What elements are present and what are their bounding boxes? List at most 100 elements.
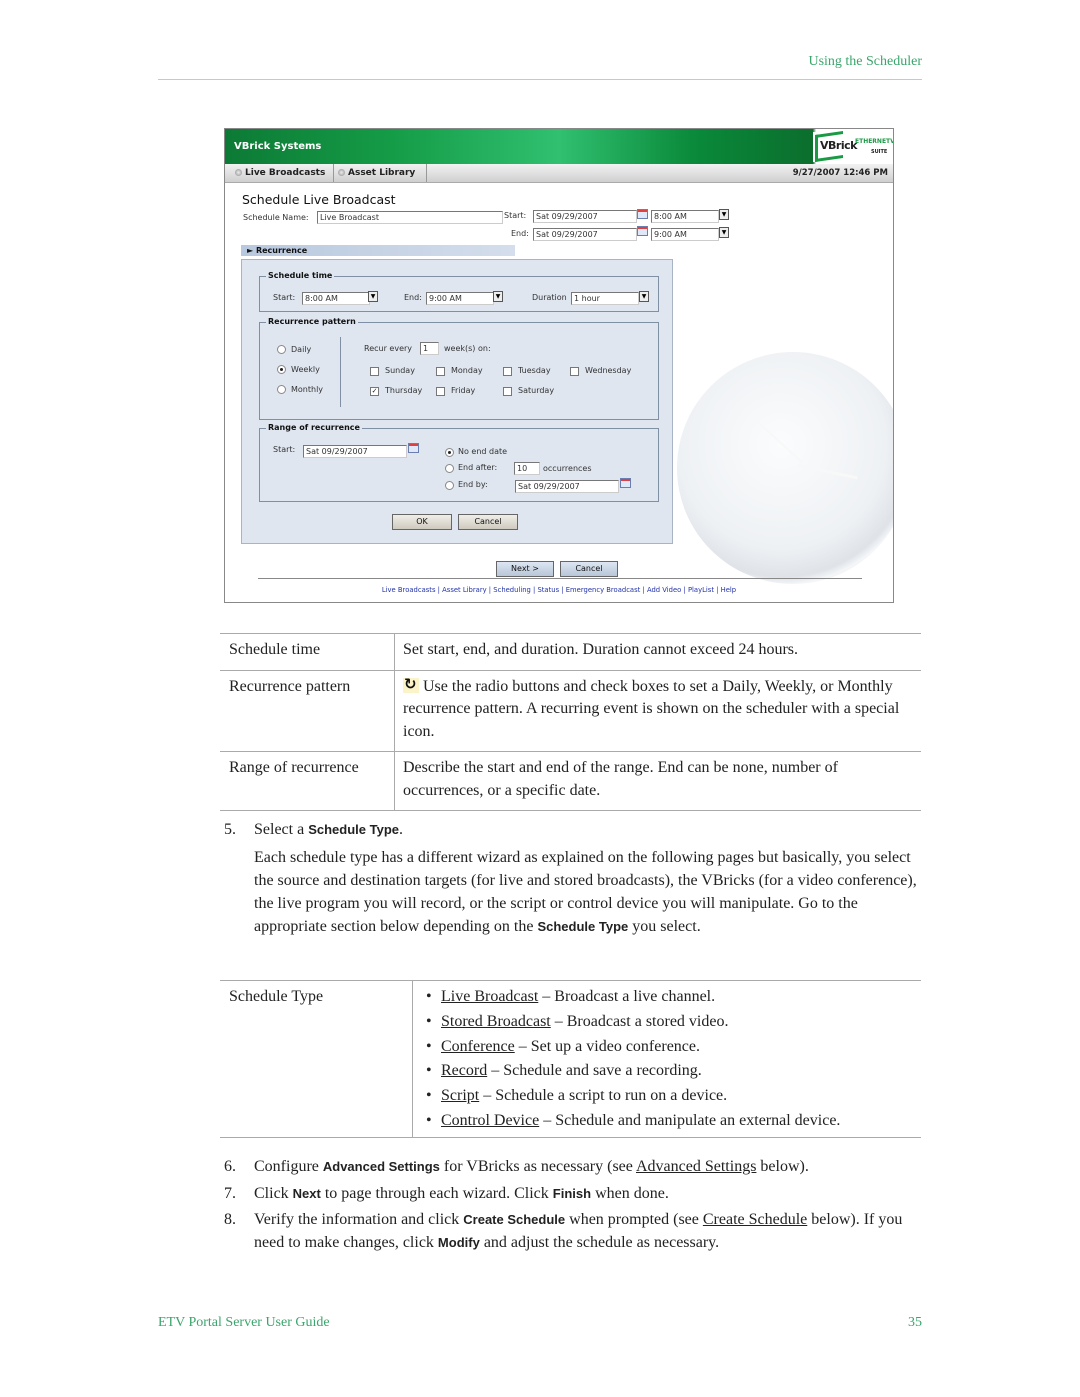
tab-asset-library[interactable]: Asset Library <box>334 164 427 182</box>
spinner-icon[interactable]: ▼ <box>368 291 378 302</box>
recurrence-dialog: Schedule time Start: 8:00 AM ▼ End: 9:00… <box>241 259 673 544</box>
checkbox-wednesday[interactable] <box>570 367 579 376</box>
st-start-input[interactable]: 8:00 AM <box>302 292 370 305</box>
spinner-icon[interactable]: ▼ <box>639 291 649 302</box>
radio-end-by[interactable] <box>445 481 454 490</box>
start-label: Start: <box>504 211 527 220</box>
daily-label: Daily <box>291 345 312 354</box>
table-row: Schedule time Set start, end, and durati… <box>220 634 921 671</box>
radio-no-end-date[interactable] <box>445 448 454 457</box>
radio-end-after[interactable] <box>445 464 454 473</box>
footer-link[interactable]: Add Video <box>647 586 681 594</box>
text: and adjust the schedule as necessary. <box>479 1234 720 1251</box>
weekly-label: Weekly <box>291 365 320 374</box>
calendar-icon[interactable] <box>637 226 648 236</box>
app-banner: VBrick Systems VBrick ETHERNETV SUITE <box>225 129 893 164</box>
st-end-input[interactable]: 9:00 AM <box>426 292 494 305</box>
spinner-icon[interactable]: ▼ <box>493 291 503 302</box>
end-after-input[interactable]: 10 <box>514 462 540 475</box>
field-description: Describe the start and end of the range.… <box>403 759 838 799</box>
checkbox-thursday[interactable]: ✓ <box>370 387 379 396</box>
day-label: Monday <box>451 366 483 375</box>
recurrence-pattern-legend: Recurrence pattern <box>266 317 358 326</box>
ui-term: Advanced Settings <box>322 1159 440 1174</box>
footer-link[interactable]: Asset Library <box>442 586 487 594</box>
checkbox-saturday[interactable] <box>503 387 512 396</box>
schedule-screenshot: VBrick Systems VBrick ETHERNETV SUITE Li… <box>224 128 894 603</box>
field-name: Range of recurrence <box>229 759 359 776</box>
checkbox-friday[interactable] <box>436 387 445 396</box>
radio-monthly[interactable] <box>277 385 286 394</box>
calendar-icon[interactable] <box>620 478 631 488</box>
recur-every-input[interactable]: 1 <box>420 342 439 355</box>
list-item: Live Broadcast – Broadcast a live channe… <box>421 985 840 1010</box>
form-title: Schedule Live Broadcast <box>242 192 396 207</box>
schedule-name-input[interactable]: Live Broadcast <box>317 211 503 224</box>
clock-hand <box>757 422 804 464</box>
radio-daily[interactable] <box>277 345 286 354</box>
link-separator: | <box>681 586 688 594</box>
tab-bullet-icon <box>235 169 242 176</box>
guide-title: ETV Portal Server User Guide <box>158 1315 330 1330</box>
clock-image <box>677 352 893 584</box>
duration-input[interactable]: 1 hour <box>571 292 639 305</box>
description-text: Use the radio buttons and check boxes to… <box>403 677 900 740</box>
tab-live-broadcasts[interactable]: Live Broadcasts <box>231 164 334 182</box>
record-link[interactable]: Record <box>441 1062 487 1079</box>
next-button[interactable]: Next > <box>496 561 554 577</box>
list-item: Stored Broadcast – Broadcast a stored vi… <box>421 1010 840 1035</box>
tab-label: Live Broadcasts <box>245 168 326 178</box>
ui-term: Finish <box>552 1186 592 1201</box>
list-item: Control Device – Schedule and manipulate… <box>421 1109 840 1134</box>
tab-bullet-icon <box>338 169 345 176</box>
start-time-input[interactable]: 8:00 AM <box>651 210 719 223</box>
text: below). <box>756 1158 809 1175</box>
ui-term: Create Schedule <box>463 1212 566 1227</box>
advanced-settings-link[interactable]: Advanced Settings <box>636 1158 756 1175</box>
script-link[interactable]: Script <box>441 1087 479 1104</box>
end-time-input[interactable]: 9:00 AM <box>651 228 719 241</box>
footer-link[interactable]: Live Broadcasts <box>382 586 436 594</box>
field-description: Use the radio buttons and check boxes to… <box>403 671 921 752</box>
spinner-icon[interactable]: ▼ <box>719 227 729 238</box>
spinner-icon[interactable]: ▼ <box>719 209 729 220</box>
logo-sub: ETHERNETV <box>855 138 894 145</box>
recurrence-toggle[interactable]: ► Recurrence <box>241 245 515 256</box>
schedule-type-list: Live Broadcast – Broadcast a live channe… <box>421 985 840 1134</box>
cancel-button[interactable]: Cancel <box>560 561 618 577</box>
start-date-input[interactable]: Sat 09/29/2007 <box>533 210 637 223</box>
duration-label: Duration <box>532 293 567 302</box>
checkbox-monday[interactable] <box>436 367 445 376</box>
range-start-input[interactable]: Sat 09/29/2007 <box>303 445 407 458</box>
list-item: Record – Schedule and save a recording. <box>421 1059 840 1084</box>
stored-broadcast-link[interactable]: Stored Broadcast <box>441 1013 551 1030</box>
page-header: Using the Scheduler <box>158 52 922 80</box>
text: – Schedule and save a recording. <box>487 1062 702 1080</box>
footer-link[interactable]: Emergency Broadcast <box>566 586 641 594</box>
column-divider <box>412 981 413 1137</box>
footer-link[interactable]: Help <box>721 586 737 594</box>
calendar-icon[interactable] <box>408 443 419 453</box>
conference-link[interactable]: Conference <box>441 1038 515 1055</box>
link-separator: | <box>559 586 566 594</box>
end-after-label: End after: <box>458 463 498 472</box>
checkbox-sunday[interactable] <box>370 367 379 376</box>
create-schedule-link[interactable]: Create Schedule <box>703 1211 807 1228</box>
footer-link[interactable]: Scheduling <box>493 586 531 594</box>
calendar-icon[interactable] <box>637 209 648 219</box>
end-date-input[interactable]: Sat 09/29/2007 <box>533 228 637 241</box>
footer-links: Live Broadcasts | Asset Library | Schedu… <box>225 586 893 594</box>
end-by-input[interactable]: Sat 09/29/2007 <box>515 480 619 493</box>
occurrences-label: occurrences <box>543 464 592 473</box>
section-title: Using the Scheduler <box>808 54 922 69</box>
live-broadcast-link[interactable]: Live Broadcast <box>441 988 538 1005</box>
step-text: Select a Schedule Type. <box>254 818 914 841</box>
checkbox-tuesday[interactable] <box>503 367 512 376</box>
dialog-cancel-button[interactable]: Cancel <box>458 514 518 530</box>
footer-link[interactable]: Status <box>537 586 559 594</box>
table-row: Range of recurrence Describe the start a… <box>220 752 921 810</box>
radio-weekly[interactable] <box>277 365 286 374</box>
footer-link[interactable]: PlayList <box>688 586 714 594</box>
control-device-link[interactable]: Control Device <box>441 1112 539 1129</box>
ok-button[interactable]: OK <box>392 514 452 530</box>
